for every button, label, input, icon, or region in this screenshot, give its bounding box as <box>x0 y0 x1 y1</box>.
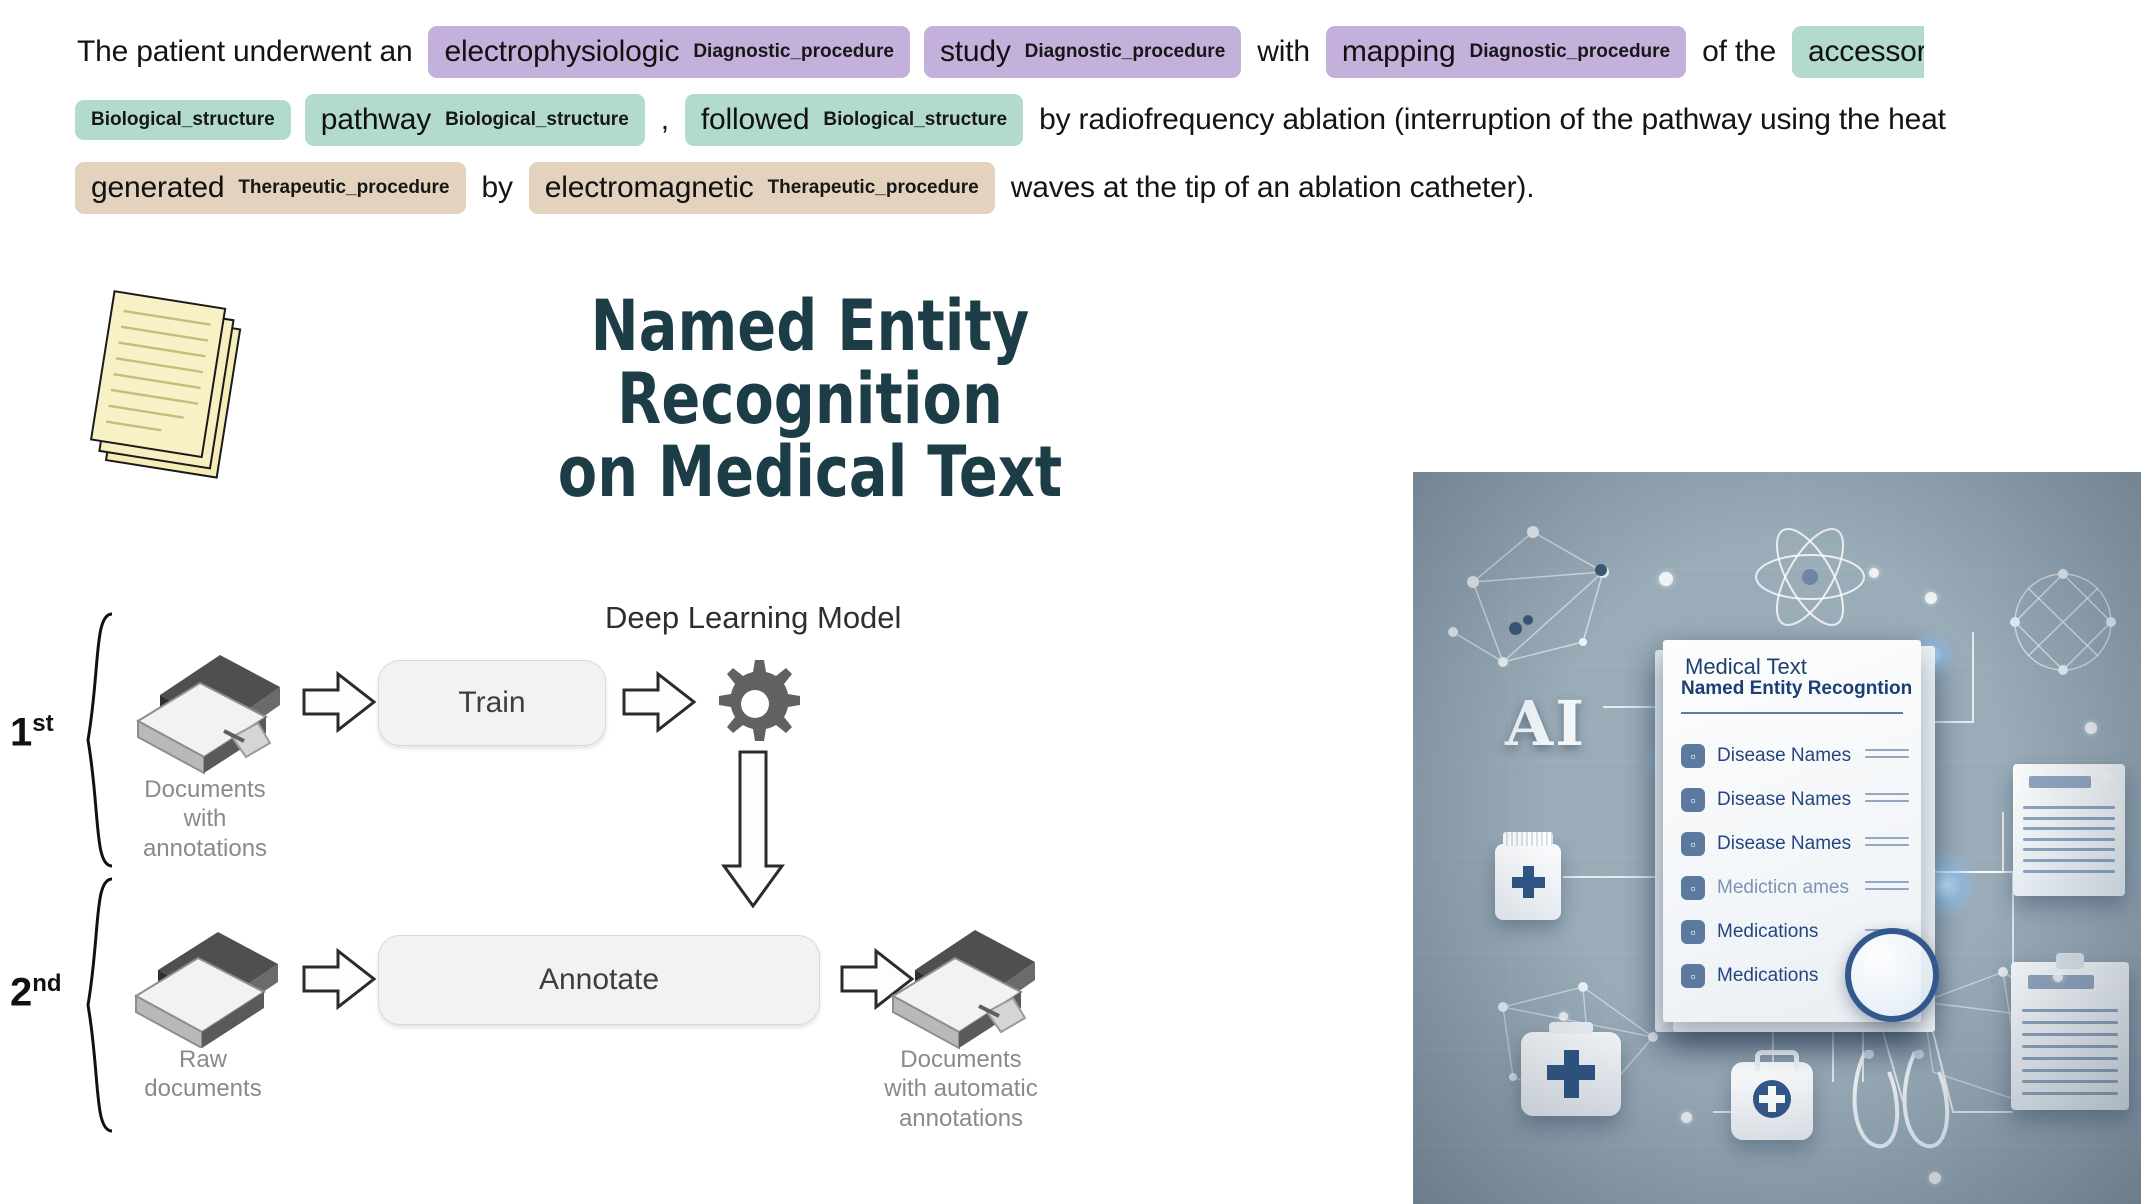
page-title-line-2: on Medical Text <box>557 430 1063 513</box>
stage-2-output-caption: Documents with automatic annotations <box>884 1046 1038 1132</box>
ner-entity-tag[interactable]: generated Therapeutic_procedure <box>75 162 466 214</box>
ner-entity-token: generated <box>91 171 225 204</box>
ner-entity-tag[interactable]: Biological_structure <box>75 100 291 140</box>
arrow-right-icon <box>622 670 697 734</box>
auto-annotated-documents-icon <box>891 930 1035 1050</box>
arrow-right-icon <box>302 947 377 1011</box>
ner-entity-tag[interactable]: electrophysiologic Diagnostic_procedure <box>428 26 910 78</box>
ner-entity-label: Therapeutic_procedure <box>238 177 450 198</box>
ner-entity-token: study <box>939 35 1011 68</box>
model-label: Deep Learning Model <box>605 600 902 635</box>
stage-2-source-caption: Raw documents <box>144 1046 262 1103</box>
entity-badge-icon: ▫ <box>1681 832 1705 856</box>
magnifier-icon <box>1845 928 1939 1022</box>
card-title-line-2: Named Entity Recogntion <box>1681 678 1913 699</box>
arrow-down-icon <box>721 750 785 909</box>
stacked-documents-icon <box>88 290 288 490</box>
card-entity-label: Disease Names <box>1717 833 1852 854</box>
ner-plain-text: of the <box>1702 35 1776 68</box>
ner-line: generated Therapeutic_procedure by elect… <box>68 154 2098 222</box>
card-entity-label: Disease Names <box>1717 745 1852 766</box>
entity-badge-icon: ▫ <box>1681 964 1705 988</box>
stage-1-brace <box>86 612 113 868</box>
ner-entity-tag-clipped[interactable]: accessory <box>1791 26 1924 78</box>
ner-entity-token: followed <box>700 103 810 136</box>
ner-entity-tag[interactable]: mapping Diagnostic_procedure <box>1325 26 1687 78</box>
card-entity-label: Medications <box>1717 965 1819 986</box>
annotate-step-node[interactable]: Annotate <box>378 935 820 1025</box>
stage-2-ordinal: 2nd <box>10 970 62 1015</box>
annotate-step-label: Annotate <box>538 963 660 996</box>
ner-plain-text: by <box>481 171 513 204</box>
training-pipeline-diagram: 1st 2nd Documents with annotations Train <box>0 590 1130 1204</box>
ner-entity-tag[interactable]: electromagnetic Therapeutic_procedure <box>528 162 995 214</box>
ner-entity-label: Biological_structure <box>91 109 275 130</box>
card-entity-label: Disease Names <box>1717 789 1852 810</box>
card-title-line-1: Medical Text <box>1685 654 1807 679</box>
stage-1-ordinal: 1st <box>10 710 54 755</box>
entity-badge-icon: ▫ <box>1681 920 1705 944</box>
ner-entity-label: Biological_structure <box>823 109 1008 130</box>
card-divider <box>1681 712 1903 714</box>
card-entity-row: ▫ Disease Names <box>1681 744 1909 768</box>
arrow-right-icon <box>302 670 377 734</box>
ner-entity-token: electrophysiologic <box>444 35 680 68</box>
ner-entity-label: Diagnostic_procedure <box>1469 41 1671 62</box>
card-entity-row: ▫ Disease Names <box>1681 788 1909 812</box>
ner-entity-tag[interactable]: pathway Biological_structure <box>304 94 645 146</box>
page-title: Named Entity Recognition on Medical Text <box>330 290 1290 508</box>
ner-line: The patient underwent an electrophysiolo… <box>68 18 2098 86</box>
annotated-documents-icon <box>136 655 280 775</box>
ner-entity-label: Biological_structure <box>445 109 629 130</box>
gear-icon <box>719 660 800 741</box>
ner-entity-tag[interactable]: study Diagnostic_procedure <box>923 26 1242 78</box>
stage-2-brace <box>86 877 113 1133</box>
card-entity-row: ▫ Medicticn ames <box>1681 876 1909 900</box>
card-row-dashes <box>1865 837 1909 851</box>
ner-entity-label: Diagnostic_procedure <box>1024 41 1226 62</box>
ner-entity-token: electromagnetic <box>544 171 754 204</box>
card-row-dashes <box>1865 881 1909 895</box>
train-step-label: Train <box>458 686 526 719</box>
card-row-dashes <box>1865 749 1909 763</box>
card-entity-label: Medicticn ames <box>1717 877 1849 898</box>
ner-line: Biological_structure pathway Biological_… <box>68 86 2098 154</box>
card-row-dashes <box>1865 793 1909 807</box>
ner-entity-token: mapping <box>1341 35 1456 68</box>
ner-annotated-text: The patient underwent an electrophysiolo… <box>68 18 2098 248</box>
ner-plain-text: waves at the tip of an ablation catheter… <box>1010 171 1535 204</box>
entity-badge-icon: ▫ <box>1681 788 1705 812</box>
page-title-line-1: Named Entity Recognition <box>590 285 1030 440</box>
entity-badge-icon: ▫ <box>1681 876 1705 900</box>
train-step-node[interactable]: Train <box>378 660 606 746</box>
ai-generated-illustration: AI Medical Text Named Entity Recogntion … <box>1413 472 2141 1204</box>
stage-1-source-caption: Documents with annotations <box>142 776 268 862</box>
ner-plain-text: with <box>1257 35 1310 68</box>
ner-entity-tag[interactable]: followed Biological_structure <box>684 94 1024 146</box>
ner-entity-token: accessory <box>1807 35 1924 68</box>
card-entity-label: Medications <box>1717 921 1819 942</box>
ner-entity-token: pathway <box>320 103 432 136</box>
ner-entity-label: Therapeutic_procedure <box>767 177 979 198</box>
raw-documents-icon <box>134 932 278 1048</box>
entity-badge-icon: ▫ <box>1681 744 1705 768</box>
ner-plain-text: , <box>660 103 669 136</box>
ner-entity-label: Diagnostic_procedure <box>693 41 894 62</box>
card-entity-row: ▫ Disease Names <box>1681 832 1909 856</box>
ner-plain-text: by radiofrequency ablation (interruption… <box>1039 103 1946 136</box>
ner-plain-text: The patient underwent an <box>77 35 413 68</box>
